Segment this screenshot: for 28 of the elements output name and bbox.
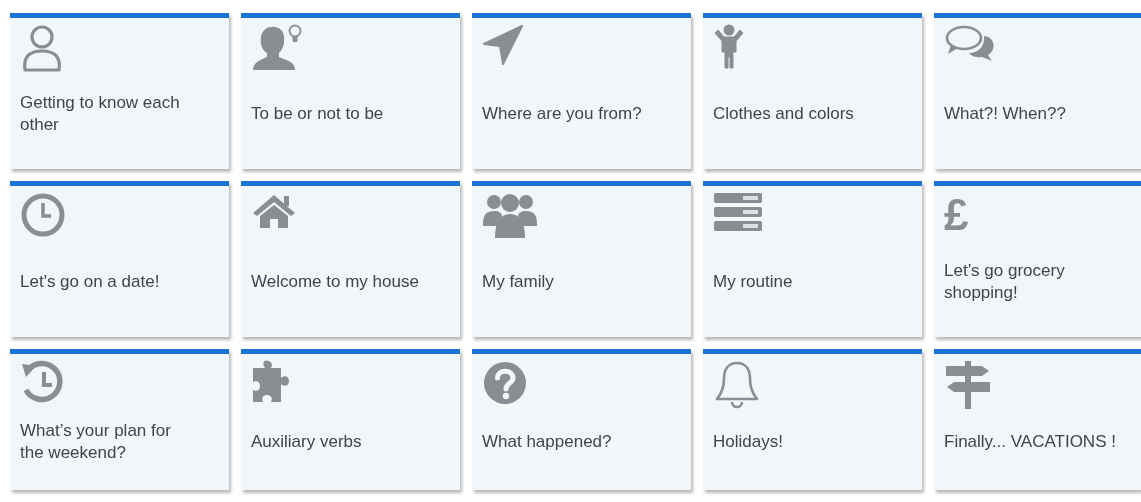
people-icon	[482, 192, 538, 240]
topic-card[interactable]: What’s your plan for the weekend?	[10, 349, 229, 490]
topic-card[interactable]: Where are you from?	[472, 13, 691, 169]
person-lightbulb-icon	[251, 24, 303, 72]
topic-card[interactable]: What?! When??	[934, 13, 1141, 169]
topic-card[interactable]: Holidays!	[703, 349, 922, 490]
topic-card[interactable]: £ Let’s go grocery shopping!	[934, 181, 1141, 337]
topic-card[interactable]: My family	[472, 181, 691, 337]
signpost-icon	[944, 360, 992, 410]
topic-card[interactable]: Let's go on a date!	[10, 181, 229, 337]
topic-card[interactable]: What happened?	[472, 349, 691, 490]
topic-card[interactable]: To be or not to be	[241, 13, 460, 169]
bell-icon	[713, 360, 761, 410]
house-icon	[251, 192, 297, 230]
topic-card[interactable]: My routine	[703, 181, 922, 337]
child-icon	[713, 24, 745, 70]
topic-card[interactable]: Auxiliary verbs	[241, 349, 460, 490]
person-icon	[20, 24, 64, 74]
chat-bubbles-icon	[944, 24, 996, 64]
server-icon	[713, 192, 763, 234]
pound-icon: £	[944, 192, 969, 238]
topic-card[interactable]: Clothes and colors	[703, 13, 922, 169]
question-icon	[482, 360, 528, 406]
navigation-arrow-icon	[482, 24, 524, 68]
topic-card[interactable]: Getting to know each other	[10, 13, 229, 169]
topic-card[interactable]: Welcome to my house	[241, 181, 460, 337]
topic-card[interactable]: Finally... VACATIONS !	[934, 349, 1141, 490]
clock-icon	[20, 192, 66, 238]
